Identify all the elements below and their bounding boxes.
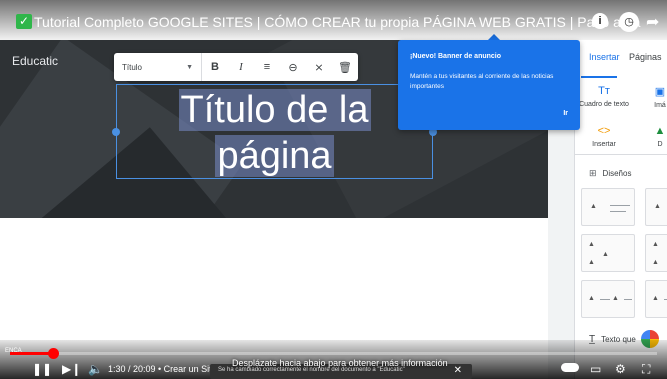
panel-tabs: Insertar Páginas: [575, 48, 667, 78]
insert-drive-button[interactable]: ▲ D: [647, 125, 667, 148]
scrubber-handle[interactable]: [48, 348, 59, 359]
layouts-heading: ⊞ Diseños: [589, 168, 632, 178]
subtitles-icon[interactable]: ▭: [590, 362, 601, 376]
page-title-line-2: página: [215, 135, 334, 177]
image-icon: ▲: [602, 251, 609, 258]
link-icon[interactable]: ⊖: [280, 53, 306, 81]
layout-option[interactable]: ▲ ▲ ▲: [581, 234, 635, 272]
image-icon: ▣: [654, 86, 666, 98]
image-icon: ▲: [590, 203, 597, 210]
layout-line: [610, 205, 630, 206]
image-icon: ▲: [652, 259, 659, 266]
embed-icon: <>: [597, 125, 611, 137]
clear-format-icon[interactable]: ⨯: [306, 53, 332, 81]
text-format-toolbar: Título ▼ B I ≡ ⊖ ⨯ 🗑: [114, 53, 358, 81]
insert-embed-button[interactable]: <> Insertar: [579, 125, 629, 148]
layout-option[interactable]: ▲: [581, 188, 635, 226]
text-style-value: Título: [122, 62, 143, 72]
delete-icon[interactable]: 🗑: [332, 53, 358, 81]
tab-insert[interactable]: Insertar: [589, 52, 620, 62]
image-icon: ▲: [654, 203, 661, 210]
page-title-line-1: Título de la: [178, 89, 371, 131]
image-icon: ▲: [588, 241, 595, 248]
check-icon: ✓: [16, 14, 32, 29]
share-icon[interactable]: ➦: [646, 12, 659, 32]
time-display: 1:30 / 20:09: [108, 364, 156, 374]
italic-button[interactable]: I: [228, 53, 254, 81]
align-icon[interactable]: ≡: [254, 53, 280, 81]
insert-textbox-button[interactable]: Tт Cuadro de texto: [579, 85, 629, 108]
image-icon: ▲: [588, 259, 595, 266]
volume-icon[interactable]: 🔈: [88, 362, 103, 376]
image-icon: ▲: [652, 241, 659, 248]
insert-image-label: Imá: [654, 102, 666, 109]
layout-option[interactable]: ▲ ▲: [645, 234, 667, 272]
popup-body: Mantén a tus visitantes al corriente de …: [410, 73, 554, 90]
site-name[interactable]: Educatic: [12, 54, 58, 68]
layout-option[interactable]: ▲: [645, 188, 667, 226]
pause-icon[interactable]: ❚❚: [32, 362, 52, 376]
insert-drive-label: D: [657, 141, 663, 148]
video-title[interactable]: Tutorial Completo GOOGLE SITES | CÓMO CR…: [34, 14, 640, 30]
drive-icon: ▲: [654, 125, 666, 137]
popup-go-button[interactable]: Ir: [563, 110, 568, 117]
info-icon[interactable]: i: [592, 13, 608, 29]
layout-option[interactable]: ▲: [645, 280, 667, 318]
tab-pages[interactable]: Páginas: [629, 52, 662, 62]
progress-bar[interactable]: [10, 352, 657, 355]
text-style-dropdown[interactable]: Título ▼: [114, 53, 202, 81]
fullscreen-icon[interactable]: ⛶: [642, 362, 650, 377]
layout-line: [610, 211, 626, 212]
active-tab-indicator: [581, 76, 617, 78]
scroll-hint-tooltip: Desplázate hacia abajo para obtener más …: [232, 358, 448, 368]
text-icon: Tт: [598, 85, 610, 97]
channel-badge: ENCA: [5, 348, 22, 354]
layout-line: [600, 299, 610, 300]
autoplay-toggle[interactable]: [561, 363, 579, 372]
next-icon[interactable]: ▶❙: [62, 362, 81, 376]
insert-textbox-label: Cuadro de texto: [579, 101, 629, 108]
video-frame: Educatic Título ▼ B I ≡ ⊖ ⨯ 🗑 Título de …: [0, 0, 667, 379]
layouts-icon: ⊞: [589, 168, 597, 178]
insert-image-button[interactable]: ▣ Imá: [645, 85, 667, 109]
layout-line: [624, 299, 632, 300]
chevron-down-icon: ▼: [186, 63, 193, 71]
announcement-banner-tip: ¡Nuevo! Banner de anuncio Mantén a tus v…: [398, 34, 580, 130]
bold-button[interactable]: B: [202, 53, 228, 81]
settings-icon[interactable]: ⚙: [615, 362, 626, 376]
close-icon[interactable]: ✕: [454, 365, 462, 376]
layout-option[interactable]: ▲ ▲: [581, 280, 635, 318]
watch-later-icon[interactable]: ◷: [619, 12, 639, 32]
insert-embed-label: Insertar: [592, 141, 616, 148]
panel-divider: [575, 154, 667, 155]
popup-title: ¡Nuevo! Banner de anuncio: [410, 53, 502, 60]
page-title-textbox[interactable]: Título de la página: [112, 84, 437, 179]
insert-side-panel: Insertar Páginas Tт Cuadro de texto ▣ Im…: [574, 40, 667, 379]
